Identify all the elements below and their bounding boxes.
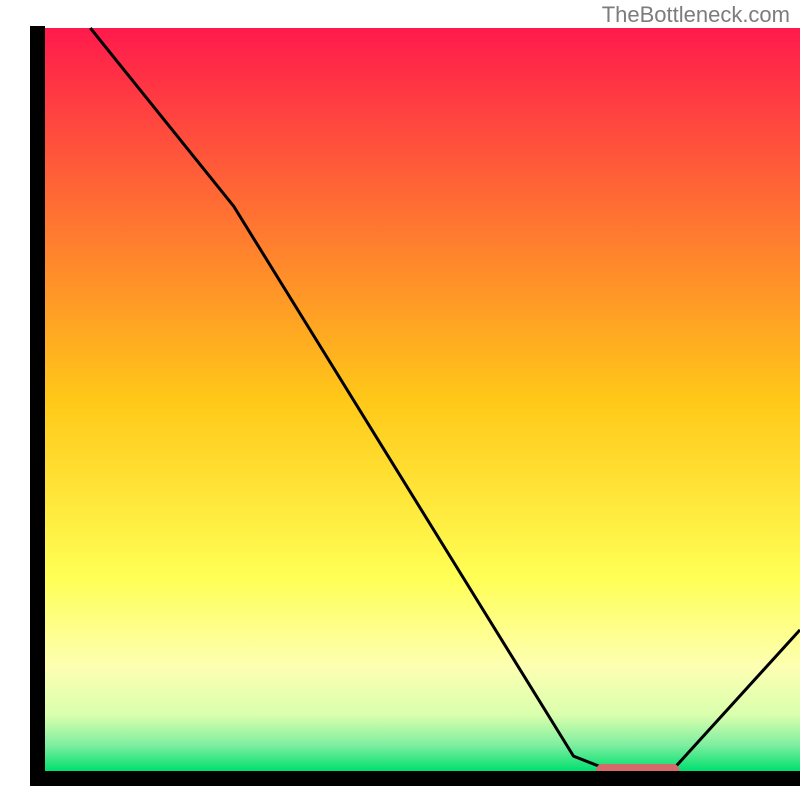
bottleneck-curve-chart bbox=[0, 0, 800, 800]
chart-container: TheBottleneck.com bbox=[0, 0, 800, 800]
attribution-text: TheBottleneck.com bbox=[602, 2, 790, 28]
